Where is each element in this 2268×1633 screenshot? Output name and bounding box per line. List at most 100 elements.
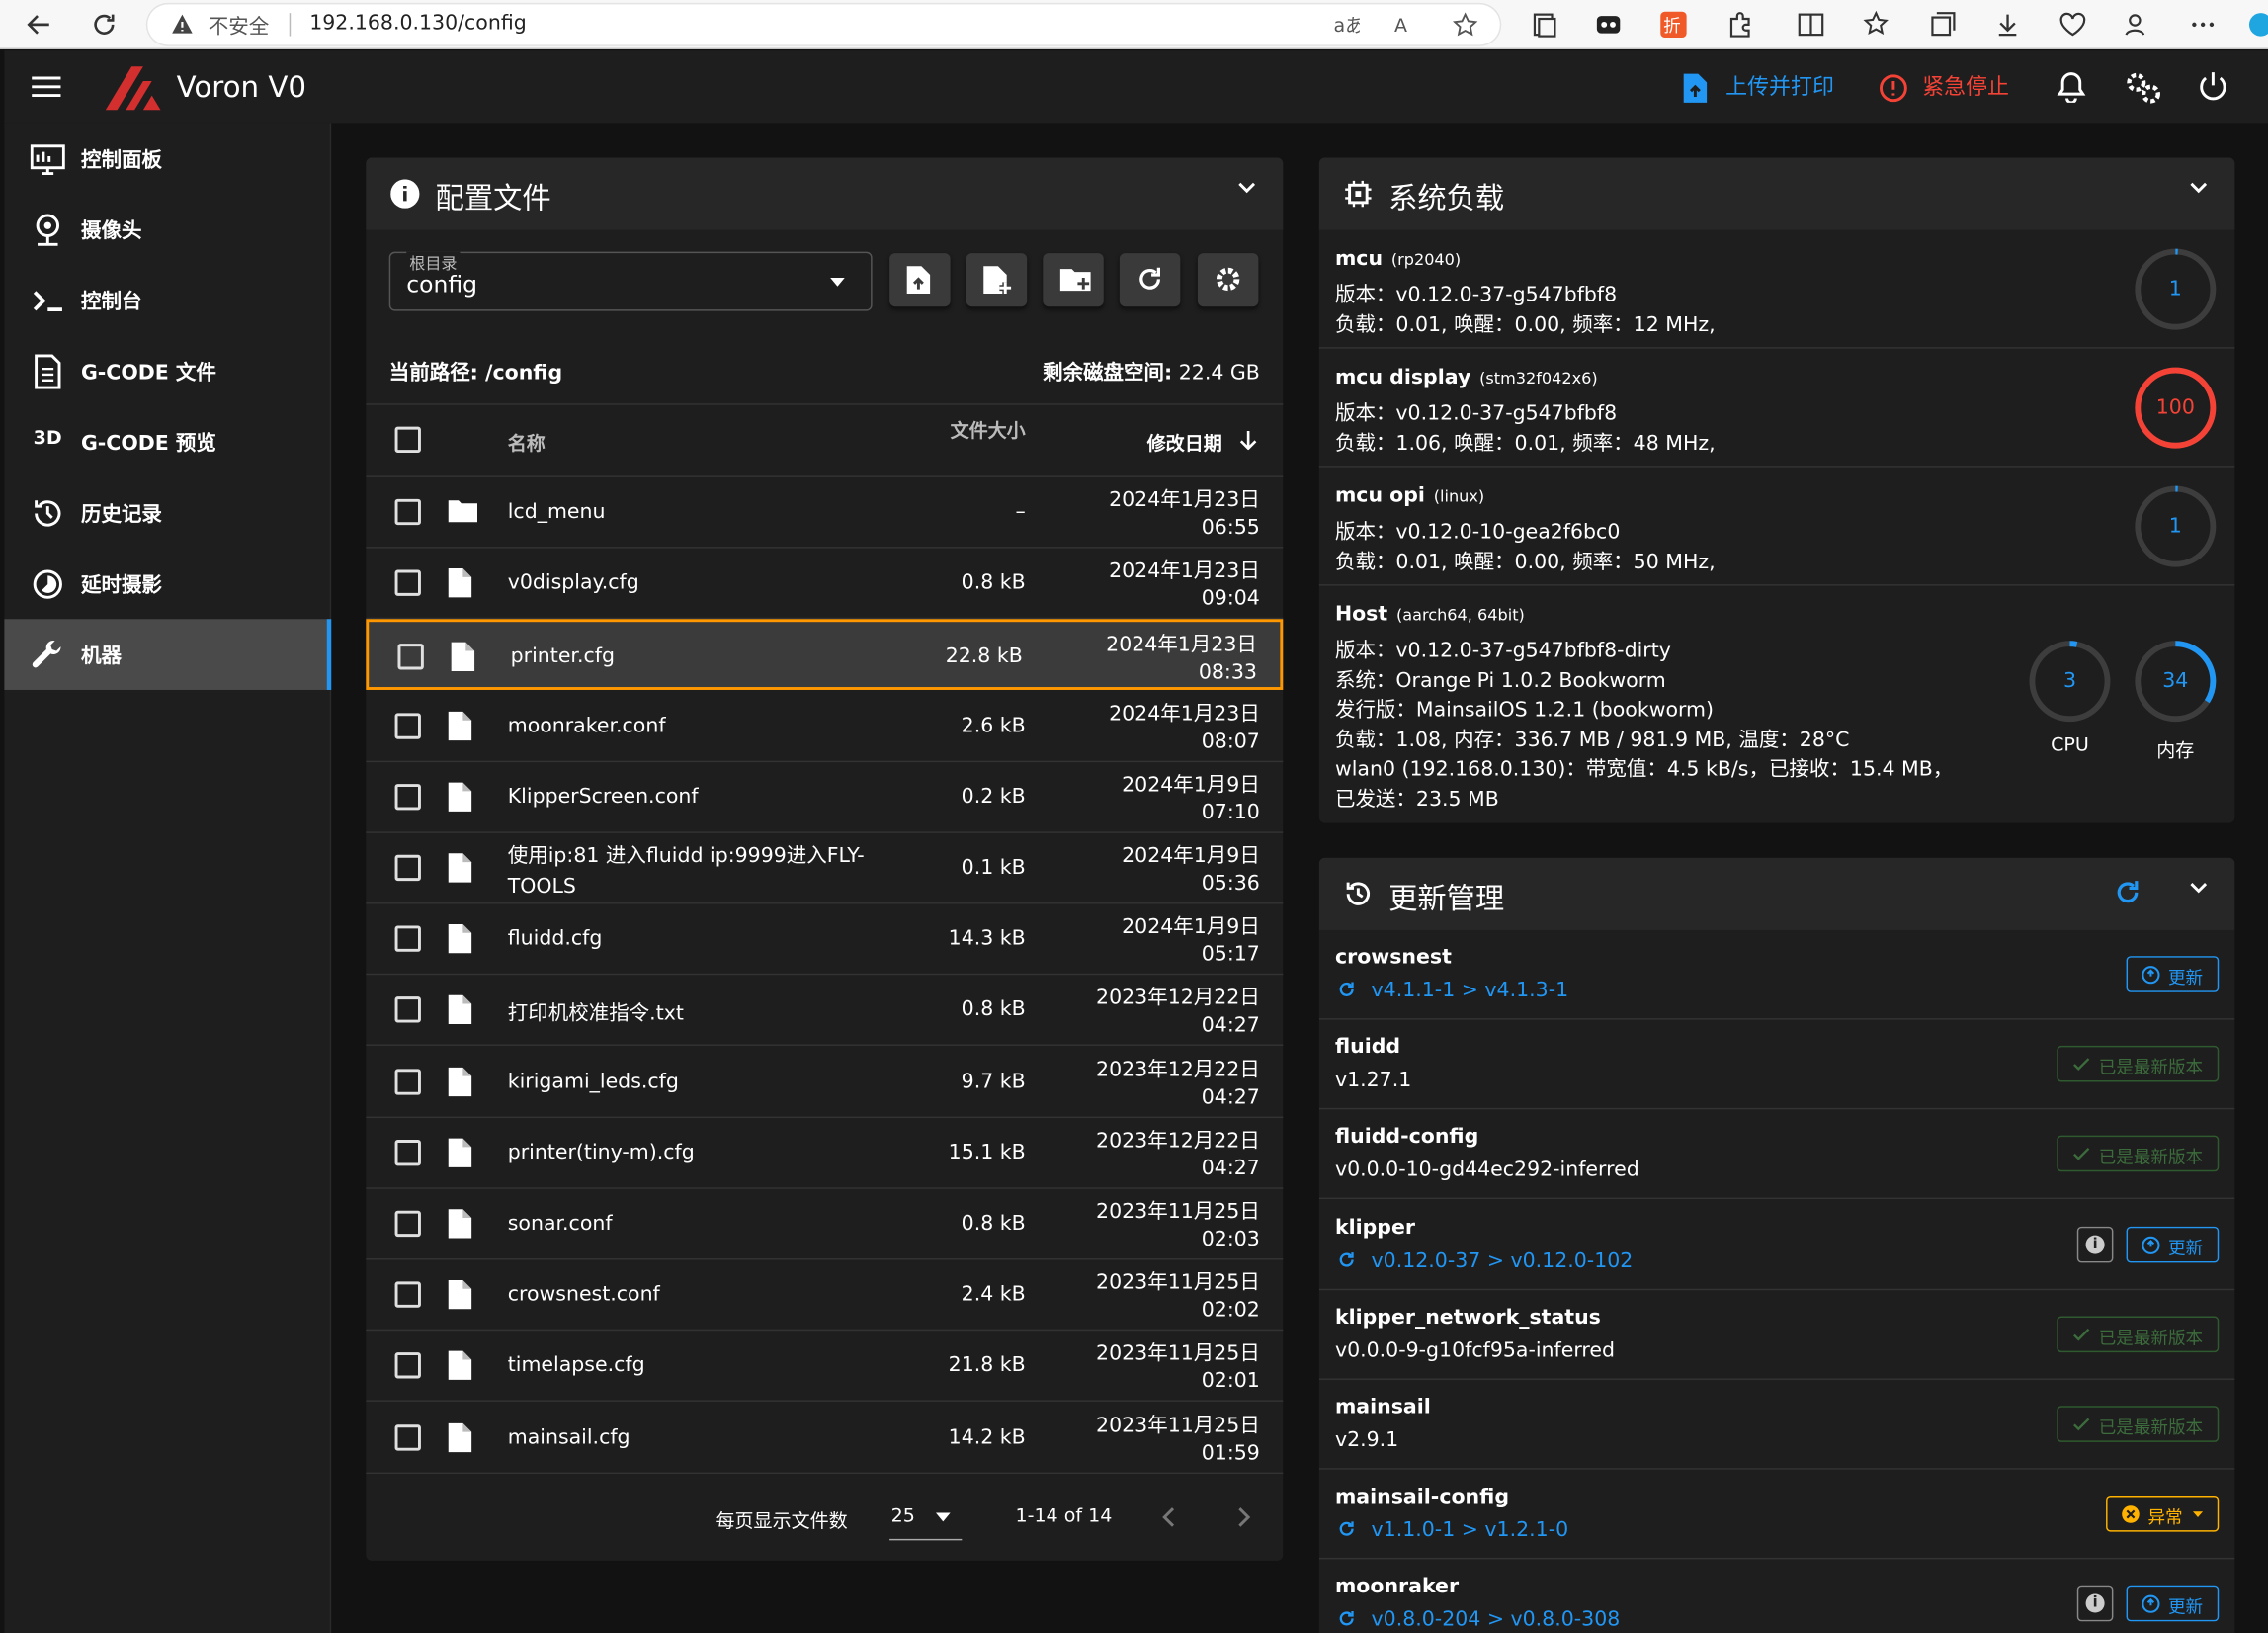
component-version[interactable]: v0.8.0-204 > v0.8.0-308 <box>1372 1609 1621 1632</box>
file-row[interactable]: printer.cfg 22.8 kB 2024年1月23日 08:33 <box>366 619 1284 691</box>
file-date: 2023年12月22日 <box>1096 987 1260 1010</box>
info-icon: i <box>2085 1594 2105 1614</box>
file-checkbox[interactable] <box>394 996 421 1024</box>
file-row[interactable]: KlipperScreen.conf 0.2 kB 2024年1月9日 07:10 <box>366 762 1284 833</box>
file-row[interactable]: lcd_menu – 2024年1月23日 06:55 <box>366 477 1284 549</box>
favorites-icon[interactable] <box>1863 10 1891 39</box>
downloads-icon[interactable] <box>1993 10 2022 39</box>
copilot-icon[interactable] <box>2246 10 2268 39</box>
menu-icon[interactable] <box>31 75 62 98</box>
update-row: mainsail-config v1.1.0-1 > v1.2.1-0 异常 <box>1318 1470 2235 1560</box>
info-button[interactable]: i <box>2076 1226 2114 1262</box>
new-file-button[interactable] <box>966 253 1028 307</box>
sidebar-item-machine[interactable]: 机器 <box>4 619 332 690</box>
bell-icon[interactable] <box>2056 71 2087 103</box>
url-text[interactable]: 192.168.0.130/config <box>309 12 527 35</box>
file-plus-icon <box>983 266 1012 295</box>
file-row[interactable]: mainsail.cfg 14.2 kB 2023年11月25日 01:59 <box>366 1403 1284 1474</box>
extension-ghost-icon[interactable] <box>1594 10 1623 39</box>
emergency-stop-button[interactable]: 紧急停止 <box>1879 50 2023 123</box>
tab-actions-icon[interactable] <box>1928 10 1957 39</box>
file-row[interactable]: 使用ip:81 进入fluidd ip:9999进入FLY-TOOLS 0.1 k… <box>366 833 1284 904</box>
text-size-icon[interactable]: A <box>1394 13 1420 36</box>
file-checkbox[interactable] <box>394 783 421 811</box>
file-row[interactable]: fluidd.cfg 14.3 kB 2024年1月9日 05:17 <box>366 904 1284 976</box>
file-row[interactable]: kirigami_leds.cfg 9.7 kB 2023年12月22日 04:27 <box>366 1047 1284 1118</box>
update-button[interactable]: 更新 <box>2126 1586 2220 1622</box>
rows-per-page-select[interactable]: 25 <box>889 1497 963 1541</box>
select-all-checkbox[interactable] <box>394 426 421 453</box>
chevron-down-icon[interactable] <box>2189 181 2209 196</box>
col-name-header[interactable]: 名称 <box>508 428 546 456</box>
chevron-down-icon[interactable] <box>2189 881 2209 896</box>
file-row[interactable]: printer(tiny-m).cfg 15.1 kB 2023年12月22日 04:… <box>366 1118 1284 1189</box>
sidebar-item-history[interactable]: 历史记录 <box>4 477 331 549</box>
settings-button[interactable] <box>1197 253 1259 307</box>
file-row[interactable]: crowsnest.conf 2.4 kB 2023年11月25日 02:02 <box>366 1260 1284 1332</box>
file-checkbox[interactable] <box>394 1352 421 1380</box>
performance-heart-icon[interactable] <box>2058 10 2087 39</box>
file-name: sonar.conf <box>507 1212 613 1236</box>
sidebar-item-webcam[interactable]: 摄像头 <box>4 194 331 265</box>
up-to-date-badge: 已是最新版本 <box>2057 1136 2220 1172</box>
read-aloud-icon[interactable]: aあ <box>1333 13 1359 36</box>
mcu-load: 负载：1.06, 唤醒：0.01, 频率：48 MHz, <box>1334 432 1716 456</box>
file-checkbox[interactable] <box>394 712 421 739</box>
sidebar-item-dashboard[interactable]: 控制面板 <box>4 123 331 194</box>
file-checkbox[interactable] <box>394 1281 421 1309</box>
error-dropdown-button[interactable]: 异常 <box>2106 1496 2220 1532</box>
new-folder-button[interactable] <box>1043 253 1104 307</box>
file-checkbox[interactable] <box>394 1210 421 1238</box>
chevron-left-icon[interactable] <box>1161 1507 1176 1527</box>
file-upload-icon <box>1683 73 1708 103</box>
file-checkbox[interactable] <box>394 569 421 597</box>
file-row[interactable]: sonar.conf 0.8 kB 2023年11月25日 02:03 <box>366 1189 1284 1260</box>
settings-cogs-icon[interactable] <box>2125 71 2162 106</box>
sidebar-item-gcode-files[interactable]: G-CODE 文件 <box>4 335 331 406</box>
chevron-right-icon[interactable] <box>1236 1507 1251 1527</box>
file-time: 02:01 <box>1201 1370 1260 1394</box>
file-row[interactable]: v0display.cfg 0.8 kB 2024年1月23日 09:04 <box>366 549 1284 620</box>
extension-discount-icon[interactable]: 折 <box>1659 10 1688 39</box>
sidebar-item-console[interactable]: 控制台 <box>4 265 331 336</box>
root-directory-select[interactable]: 根目录 config <box>388 251 873 311</box>
refresh-icon[interactable] <box>90 10 119 39</box>
mcu-info: mcu display (stm32f042x6) 版本：v0.12.0-37-g5… <box>1318 349 2235 468</box>
chevron-down-icon[interactable] <box>1236 181 1256 196</box>
address-bar[interactable]: 不安全 192.168.0.130/config aあ A <box>147 4 1500 45</box>
component-version[interactable]: v0.12.0-37 > v0.12.0-102 <box>1372 1249 1634 1272</box>
sidebar-item-timelapse[interactable]: 延时摄影 <box>4 549 331 620</box>
upload-print-button[interactable]: 上传并打印 <box>1682 50 1848 123</box>
file-checkbox[interactable] <box>394 498 421 526</box>
profile-icon[interactable] <box>2124 10 2152 39</box>
file-checkbox[interactable] <box>394 925 421 953</box>
more-options-icon[interactable] <box>2189 10 2218 39</box>
power-icon[interactable] <box>2197 71 2228 103</box>
sidebar-item-gcode-preview[interactable]: 3D G-CODE 预览 <box>4 406 331 477</box>
file-row[interactable]: timelapse.cfg 21.8 kB 2023年11月25日 02:01 <box>366 1332 1284 1403</box>
info-button[interactable]: i <box>2076 1586 2114 1622</box>
file-checkbox[interactable] <box>394 1139 421 1166</box>
sort-arrow-down-icon[interactable] <box>1239 430 1257 451</box>
file-checkbox[interactable] <box>394 1423 421 1451</box>
file-checkbox[interactable] <box>394 1068 421 1095</box>
col-size-header[interactable]: 文件大小 <box>951 415 1026 443</box>
col-date-header[interactable]: 修改日期 <box>1147 428 1222 456</box>
favorite-star-icon[interactable] <box>1452 12 1478 38</box>
file-row[interactable]: moonraker.conf 2.6 kB 2024年1月23日 08:07 <box>366 691 1284 762</box>
refresh-icon[interactable] <box>2113 878 2142 906</box>
file-checkbox[interactable] <box>397 644 424 671</box>
file-checkbox[interactable] <box>394 854 421 882</box>
refresh-button[interactable] <box>1119 253 1181 307</box>
file-row[interactable]: 打印机校准指令.txt 0.8 kB 2023年12月22日 04:27 <box>366 976 1284 1047</box>
collections-icon[interactable] <box>1531 10 1559 39</box>
file-date: 2024年1月9日 <box>1122 773 1260 797</box>
component-version[interactable]: v1.1.0-1 > v1.2.1-0 <box>1372 1519 1569 1542</box>
extensions-puzzle-icon[interactable] <box>1725 10 1754 39</box>
split-screen-icon[interactable] <box>1797 10 1825 39</box>
upload-file-button[interactable] <box>889 253 951 307</box>
component-version[interactable]: v4.1.1-1 > v4.1.3-1 <box>1372 980 1569 1002</box>
update-button[interactable]: 更新 <box>2126 956 2220 992</box>
back-icon[interactable] <box>25 10 53 39</box>
update-button[interactable]: 更新 <box>2126 1226 2220 1262</box>
